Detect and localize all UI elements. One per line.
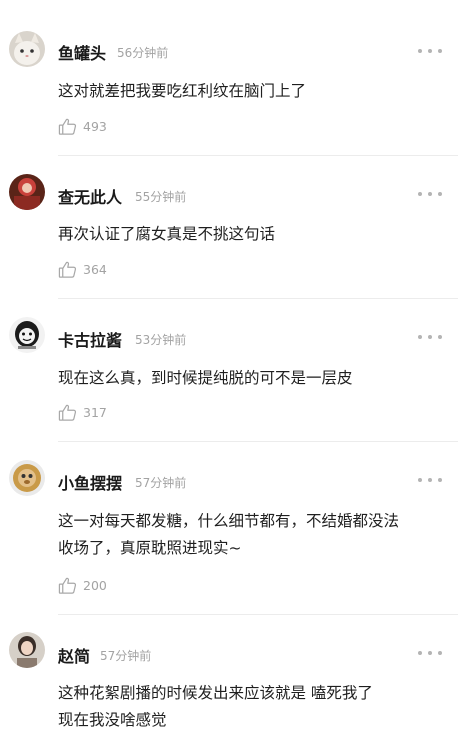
like-count: 317 — [83, 404, 107, 420]
like-button[interactable]: 317 — [58, 401, 107, 423]
like-button[interactable]: 364 — [58, 258, 107, 280]
comment-text: 这一对每天都发糖，什么细节都有，不结婚都没法 收场了，真原耽照进现实~ — [58, 512, 400, 557]
timestamp: 57分钟前 — [100, 649, 152, 663]
username[interactable]: 赵简 — [58, 643, 90, 667]
like-count: 493 — [83, 118, 107, 134]
avatar[interactable] — [9, 174, 45, 210]
like-count: 200 — [83, 577, 107, 593]
username[interactable]: 查无此人 — [58, 184, 122, 208]
username[interactable]: 鱼罐头 — [58, 40, 106, 64]
timestamp: 57分钟前 — [135, 476, 187, 490]
thumbs-up-icon — [58, 576, 77, 595]
thumbs-up-icon — [58, 260, 77, 279]
more-dots-icon[interactable] — [418, 44, 442, 58]
avatar[interactable] — [9, 460, 45, 496]
more-dots-icon[interactable] — [418, 330, 442, 344]
comment-text: 这种花絮剧播的时候发出来应该就是 嗑死我了 现在我没啥感觉 — [58, 684, 373, 729]
divider — [58, 614, 458, 615]
timestamp: 56分钟前 — [117, 46, 169, 60]
divider — [58, 155, 458, 156]
timestamp: 55分钟前 — [135, 190, 187, 204]
avatar[interactable] — [9, 317, 45, 353]
timestamp: 53分钟前 — [135, 333, 187, 347]
comment-text: 现在这么真，到时候提纯脱的可不是一层皮 — [58, 369, 353, 387]
thumbs-up-icon — [58, 403, 77, 422]
like-count: 364 — [83, 261, 107, 277]
username[interactable]: 小鱼摆摆 — [58, 470, 122, 494]
more-dots-icon[interactable] — [418, 473, 442, 487]
divider — [58, 298, 458, 299]
like-button[interactable]: 200 — [58, 574, 107, 596]
like-button[interactable]: 493 — [58, 115, 107, 137]
more-dots-icon[interactable] — [418, 187, 442, 201]
divider — [58, 441, 458, 442]
comment-text: 再次认证了腐女真是不挑这句话 — [58, 225, 276, 243]
more-dots-icon[interactable] — [418, 646, 442, 660]
thumbs-up-icon — [58, 117, 77, 136]
comment-text: 这对就差把我要吃红利纹在脑门上了 — [58, 82, 307, 100]
username[interactable]: 卡古拉酱 — [58, 327, 122, 351]
avatar[interactable] — [9, 632, 45, 668]
avatar[interactable] — [9, 31, 45, 67]
